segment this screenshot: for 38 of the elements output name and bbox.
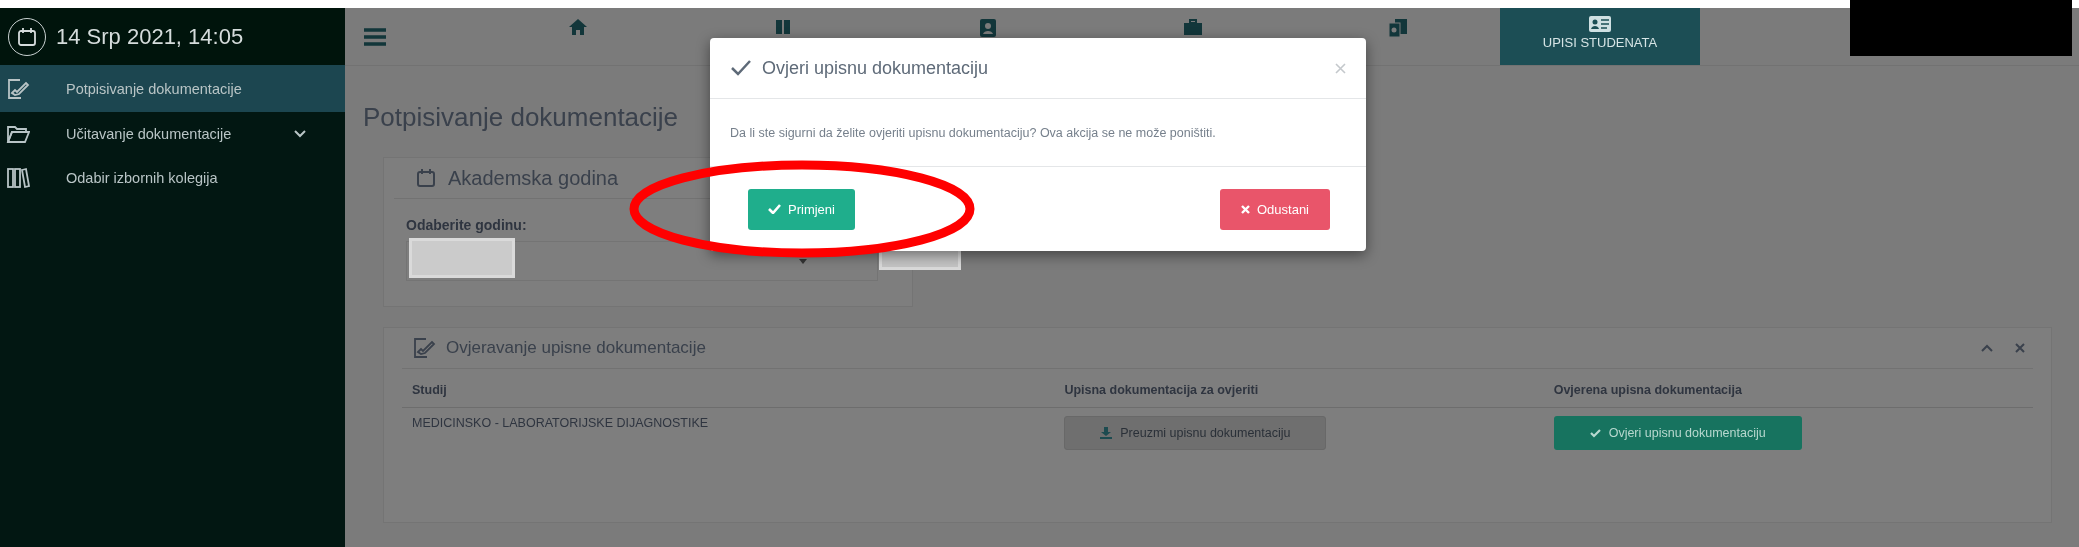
- book-icon[interactable]: [773, 18, 792, 36]
- verify-button[interactable]: Ovjeri upisnu dokumentaciju: [1553, 416, 1802, 450]
- sidebar-item[interactable]: Učitavanje dokumentacije: [0, 112, 345, 156]
- documents-icon[interactable]: [1387, 18, 1408, 38]
- menu-icon[interactable]: [364, 27, 386, 46]
- check-icon: [1589, 428, 1601, 438]
- date-time: 14 Srp 2021, 14:05: [56, 23, 244, 50]
- card-title: Ovjeravanje upisne dokumentacije: [446, 338, 706, 358]
- dialog-message: Da li ste sigurni da želite ovjeriti upisnu dokumentaciju? Ova akcija se ne može poništiti.: [730, 125, 1216, 140]
- check-icon: [730, 59, 752, 77]
- sidebar-item[interactable]: Odabir izbornih kolegija: [0, 156, 345, 200]
- card-title: Akademska godina: [448, 166, 619, 190]
- caret-icon: [799, 258, 807, 264]
- books-icon: [6, 167, 30, 189]
- folder-icon: [6, 124, 30, 144]
- calendar-icon: [416, 168, 436, 188]
- signature-icon: [6, 77, 30, 100]
- column-header: Upisna dokumentacija za ovjeriti: [1054, 369, 1544, 408]
- calendar-icon: [17, 26, 37, 47]
- field-label: Odaberite godinu:: [406, 217, 528, 233]
- column-header: Studij: [402, 369, 1055, 408]
- page-title: Potpisivanje dokumentacije: [363, 102, 679, 133]
- sidebar-item[interactable]: Potpisivanje dokumentacije: [0, 65, 345, 112]
- column-header: Ovjerena upisna dokumentacija: [1543, 369, 2033, 408]
- check-icon: [768, 204, 781, 214]
- dialog-title: Ovjeri upisnu dokumentaciju: [762, 57, 989, 79]
- briefcase-icon[interactable]: [1182, 18, 1203, 36]
- nav-tab[interactable]: UPISI STUDENATA: [1500, 8, 1700, 65]
- table-cell: MEDICINSKO - LABORATORIJSKE DIJAGNOSTIKE: [402, 407, 1055, 458]
- signature-icon: [412, 337, 436, 359]
- download-icon: [1100, 427, 1113, 439]
- cancel-button[interactable]: Odustani: [1220, 188, 1330, 230]
- collapse-icon[interactable]: [1981, 344, 1993, 352]
- id-card-icon: [1589, 16, 1611, 32]
- home-icon[interactable]: [567, 18, 588, 36]
- close-icon: [1240, 204, 1250, 214]
- close-icon[interactable]: [2015, 343, 2025, 353]
- badge-icon[interactable]: [978, 18, 997, 38]
